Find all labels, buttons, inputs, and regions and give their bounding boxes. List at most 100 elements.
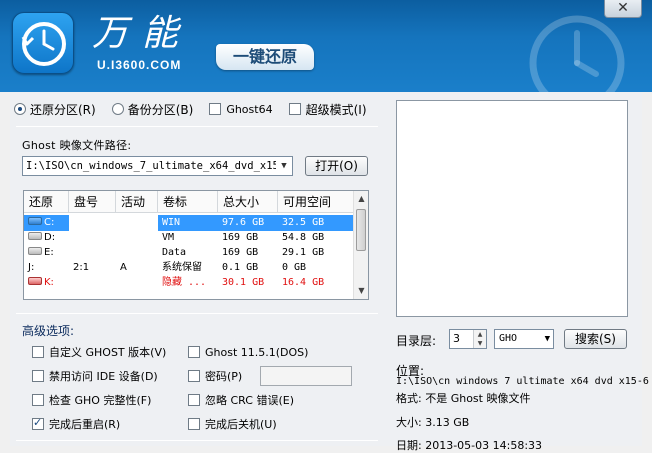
table-cell-free: 54.8 GB <box>282 232 325 243</box>
open-button[interactable]: 打开(O) <box>305 156 368 176</box>
hard-drive-icon <box>28 232 42 240</box>
table-cell-total: 30.1 GB <box>222 277 265 288</box>
table-cell-total: 169 GB <box>222 247 259 258</box>
table-cell-drive: D: <box>24 230 69 246</box>
table-cell-disk: 2:1 <box>73 262 90 273</box>
option-label: 完成后重启(R) <box>49 418 121 431</box>
stepper-arrows-icon[interactable]: ▲ ▼ <box>473 330 486 348</box>
clock-logo-icon <box>12 12 74 74</box>
option-label: 完成后关机(U) <box>205 418 277 431</box>
table-row[interactable]: D: VM 169 GB 54.8 GB <box>24 230 354 246</box>
table-cell-drive: K: <box>24 275 69 291</box>
table-row[interactable]: K: 隐藏 ... 30.1 GB 16.4 GB <box>24 275 354 291</box>
app-header: 万能 U.I3600.COM 一键还原 ✕ <box>0 0 652 92</box>
password-input[interactable] <box>260 366 352 386</box>
col-label[interactable]: 卷标 <box>158 191 218 213</box>
table-cell-disk <box>69 230 116 246</box>
restore-partition-radio[interactable]: 还原分区(R) <box>14 101 96 118</box>
table-cell-active <box>116 245 158 261</box>
checkbox-icon <box>32 370 44 382</box>
checkbox-icon <box>188 394 200 406</box>
option-label: 自定义 GHOST 版本(V) <box>49 346 167 359</box>
scroll-up-icon[interactable]: ▲ <box>354 191 368 207</box>
checkbox-icon <box>32 394 44 406</box>
location-value: I:\ISO\cn windows 7 ultimate x64 dvd x15… <box>396 376 649 387</box>
table-row[interactable]: J: 2:1 A 系统保留 0.1 GB 0 GB <box>24 260 354 276</box>
super-mode-label: 超级模式(I) <box>305 102 367 117</box>
brand-logo: 万能 <box>92 13 193 54</box>
radio-icon <box>111 103 124 115</box>
image-path-combo[interactable]: I:\ISO\cn_windows_7_ultimate_x64_dvd_x15… <box>22 156 293 176</box>
checkbox-icon <box>32 346 44 358</box>
check-gho-integrity-checkbox[interactable]: 检查 GHO 完整性(F) <box>32 392 151 408</box>
partition-table: 还原 盘号 活动 卷标 总大小 可用空间 C: WIN 97.6 GB 32.5 GB… <box>23 190 369 300</box>
chevron-down-icon[interactable]: ▼ <box>276 157 292 175</box>
ghost64-checkbox[interactable]: Ghost64 <box>209 102 273 116</box>
table-cell-drive: C: <box>24 215 69 231</box>
col-restore[interactable]: 还原 <box>24 191 69 213</box>
radio-icon <box>14 103 26 115</box>
col-free-space[interactable]: 可用空间 <box>278 191 354 213</box>
table-cell-disk <box>69 245 116 261</box>
directory-level-label: 目录层: <box>396 334 437 348</box>
table-cell-disk <box>69 275 116 291</box>
extension-value: GHO <box>499 333 518 344</box>
chevron-down-icon[interactable]: ▼ <box>545 330 550 348</box>
background-clock-icon <box>529 15 625 92</box>
col-total-size[interactable]: 总大小 <box>218 191 278 213</box>
restart-after-checkbox[interactable]: 完成后重启(R) <box>32 416 120 432</box>
restore-partition-label: 还原分区(R) <box>30 102 96 117</box>
table-cell-label: Data <box>162 247 187 258</box>
password-checkbox[interactable]: 密码(P) <box>188 368 242 384</box>
image-path-value: I:\ISO\cn_windows_7_ultimate_x64_dvd_x15… <box>26 160 292 172</box>
table-scrollbar[interactable]: ▲ ▼ <box>353 191 368 299</box>
drive-letter: J: <box>28 262 35 273</box>
option-label: Ghost 11.5.1(DOS) <box>205 345 309 359</box>
disable-ide-checkbox[interactable]: 禁用访问 IDE 设备(D) <box>32 368 158 384</box>
col-active[interactable]: 活动 <box>116 191 158 213</box>
hard-drive-icon <box>28 247 42 255</box>
divider <box>16 126 378 127</box>
super-mode-checkbox[interactable]: 超级模式(I) <box>288 101 367 118</box>
col-disk[interactable]: 盘号 <box>69 191 116 213</box>
ignore-crc-checkbox[interactable]: 忽略 CRC 错误(E) <box>188 392 294 408</box>
table-cell-free: 0 GB <box>282 262 307 273</box>
checkbox-icon <box>288 103 301 115</box>
table-cell-active <box>116 275 158 291</box>
shutdown-after-checkbox[interactable]: 完成后关机(U) <box>188 416 277 432</box>
directory-level-stepper[interactable]: 3 ▲ ▼ <box>449 329 487 349</box>
table-cell-total: 169 GB <box>222 232 259 243</box>
hidden-drive-icon <box>28 277 42 285</box>
scroll-thumb[interactable] <box>356 209 366 251</box>
option-label: 密码(P) <box>205 370 243 383</box>
table-row[interactable]: C: WIN 97.6 GB 32.5 GB <box>24 215 354 231</box>
table-cell-free: 29.1 GB <box>282 247 325 258</box>
table-cell-active: A <box>120 262 127 273</box>
table-cell-drive: E: <box>24 245 69 261</box>
option-label: 禁用访问 IDE 设备(D) <box>49 370 158 383</box>
search-button[interactable]: 搜索(S) <box>564 329 627 349</box>
ghost64-label: Ghost64 <box>226 102 273 116</box>
table-cell-total: 0.1 GB <box>222 262 259 273</box>
brand-url: U.I3600.COM <box>97 58 182 72</box>
scroll-down-icon[interactable]: ▼ <box>354 283 368 299</box>
close-button[interactable]: ✕ <box>604 0 642 18</box>
image-preview-box <box>396 100 628 317</box>
advanced-options-title: 高级选项: <box>22 324 75 338</box>
custom-ghost-version-checkbox[interactable]: 自定义 GHOST 版本(V) <box>32 344 166 360</box>
drive-letter: D: <box>44 232 56 243</box>
ghost-dos-checkbox[interactable]: Ghost 11.5.1(DOS) <box>188 344 308 360</box>
backup-partition-radio[interactable]: 备份分区(B) <box>111 101 193 118</box>
table-row[interactable]: E: Data 169 GB 29.1 GB <box>24 245 354 261</box>
divider <box>16 313 378 314</box>
table-cell-active <box>116 215 158 231</box>
checkbox-icon <box>188 346 200 358</box>
checkbox-icon <box>188 418 200 430</box>
one-key-restore-badge: 一键还原 <box>216 44 314 70</box>
table-cell-free: 16.4 GB <box>282 277 325 288</box>
checkbox-icon <box>209 103 222 115</box>
checkbox-checked-icon <box>32 416 44 430</box>
size-info: 大小: 3.13 GB <box>396 416 470 429</box>
extension-select[interactable]: GHO ▼ <box>494 329 554 349</box>
table-cell-label: VM <box>162 232 175 243</box>
